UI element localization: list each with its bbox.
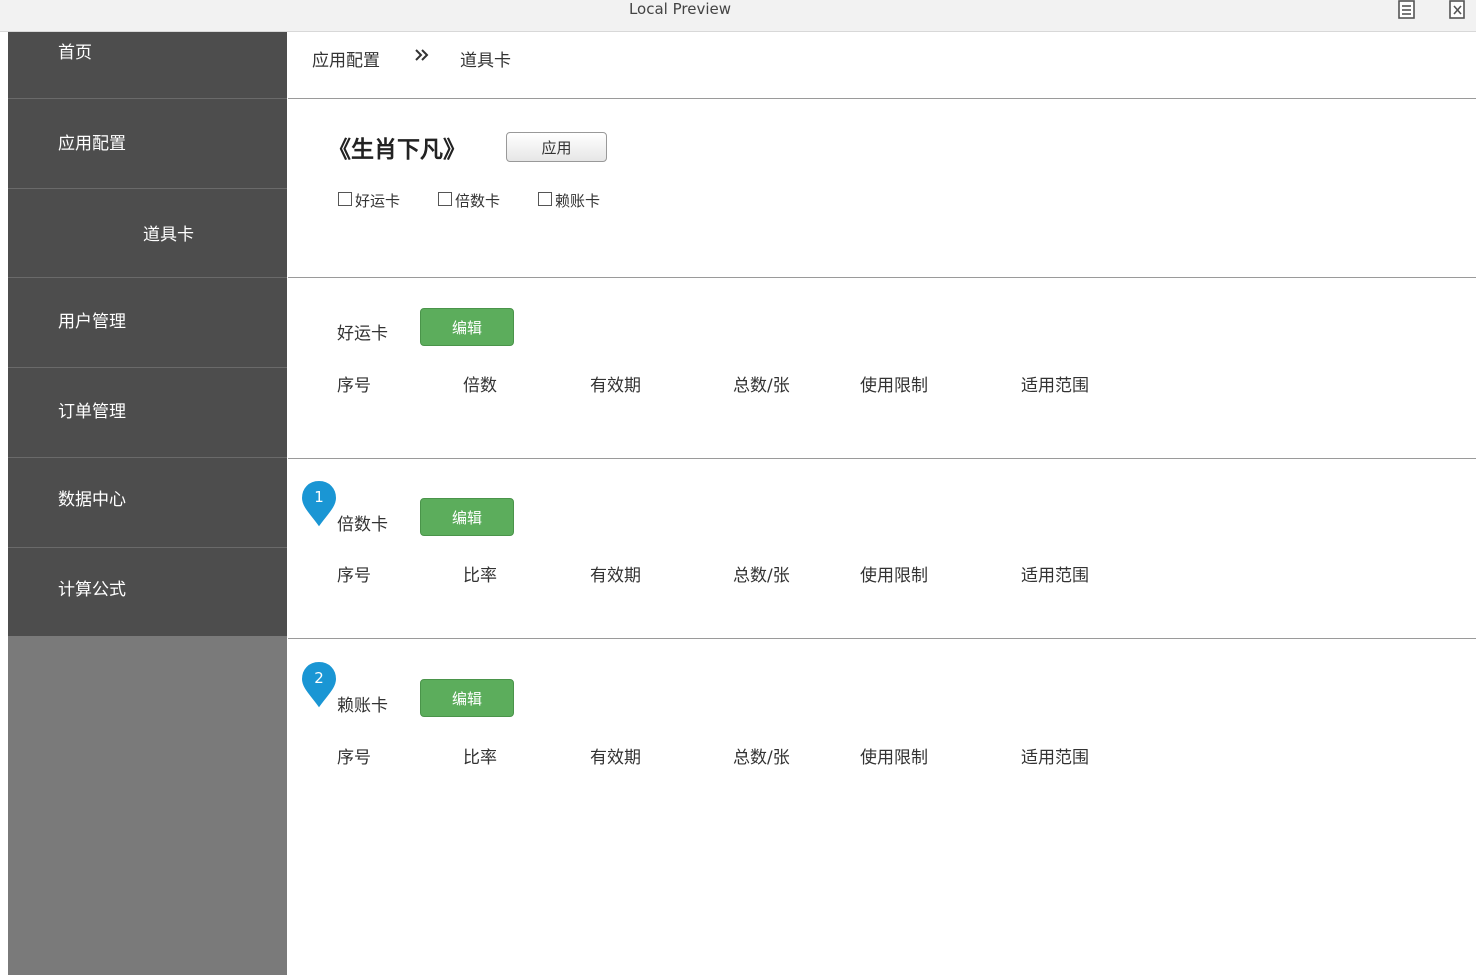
divider: [288, 98, 1476, 99]
divider: [288, 638, 1476, 639]
checkbox-label: 好运卡: [355, 192, 401, 210]
sidebar-item-user-management[interactable]: 用户管理: [8, 278, 287, 368]
section-title: 倍数卡: [337, 515, 388, 535]
checkbox-box[interactable]: [538, 192, 552, 206]
column-header: 使用限制: [860, 748, 928, 768]
edit-button[interactable]: 编辑: [420, 498, 514, 536]
column-header: 序号: [337, 376, 371, 396]
sidebar-item-data-center[interactable]: 数据中心: [8, 458, 287, 548]
section-title: 好运卡: [337, 324, 388, 344]
breadcrumb-prop-cards: 道具卡: [460, 51, 511, 71]
sidebar-item-home[interactable]: 首页: [8, 32, 287, 99]
checkbox-multiplier-card[interactable]: 倍数卡: [438, 190, 500, 211]
column-header: 倍数: [463, 376, 497, 396]
apply-button[interactable]: 应用: [506, 132, 607, 162]
sidebar-item-label: 订单管理: [58, 402, 126, 422]
annotation-marker-2: 2: [299, 659, 339, 711]
sidebar-item-label: 计算公式: [58, 580, 126, 600]
sidebar-item-label: 用户管理: [58, 312, 126, 332]
window-title: Local Preview: [628, 0, 732, 18]
divider: [288, 277, 1476, 278]
double-chevron-right-icon: [412, 46, 432, 71]
divider: [288, 458, 1476, 459]
column-header: 序号: [337, 566, 371, 586]
column-header: 总数/张: [733, 748, 790, 768]
sidebar-item-app-config[interactable]: 应用配置: [8, 99, 287, 189]
close-preview-icon[interactable]: [1448, 0, 1468, 20]
checkbox-label: 赖账卡: [555, 192, 601, 210]
sidebar-nav: 首页 应用配置 道具卡 用户管理 订单管理 数据中心 计算公式: [8, 32, 287, 975]
column-header: 使用限制: [860, 376, 928, 396]
column-header: 使用限制: [860, 566, 928, 586]
edit-button[interactable]: 编辑: [420, 308, 514, 346]
breadcrumb: 应用配置 道具卡: [312, 46, 511, 71]
section-title: 赖账卡: [337, 696, 388, 716]
marker-number: 2: [314, 669, 324, 687]
column-header: 适用范围: [1021, 748, 1089, 768]
checkbox-box[interactable]: [338, 192, 352, 206]
column-header: 比率: [463, 748, 497, 768]
column-header: 总数/张: [733, 566, 790, 586]
main-content: 应用配置 道具卡 《生肖下凡》 应用 好运卡 倍数卡 赖账卡 好运卡 编辑 序号…: [288, 32, 1476, 975]
annotation-marker-1: 1: [299, 478, 339, 530]
sidebar-item-label: 首页: [58, 43, 92, 63]
checkbox-box[interactable]: [438, 192, 452, 206]
column-header: 适用范围: [1021, 376, 1089, 396]
column-header: 有效期: [590, 376, 641, 396]
checkbox-label: 倍数卡: [455, 192, 501, 210]
edit-button[interactable]: 编辑: [420, 679, 514, 717]
column-header: 比率: [463, 566, 497, 586]
app-title: 《生肖下凡》: [328, 137, 466, 163]
column-header: 序号: [337, 748, 371, 768]
notes-icon[interactable]: [1397, 0, 1417, 20]
sidebar-item-order-management[interactable]: 订单管理: [8, 368, 287, 458]
checkbox-default-card[interactable]: 赖账卡: [538, 190, 600, 211]
sidebar-item-label: 应用配置: [58, 134, 126, 154]
window-titlebar: Local Preview: [0, 0, 1476, 32]
marker-number: 1: [314, 488, 324, 506]
sidebar-item-label: 数据中心: [58, 490, 126, 510]
breadcrumb-app-config[interactable]: 应用配置: [312, 51, 380, 71]
sidebar-item-formula[interactable]: 计算公式: [8, 548, 287, 636]
sidebar-item-prop-cards[interactable]: 道具卡: [8, 189, 287, 278]
column-header: 有效期: [590, 748, 641, 768]
sidebar-item-label: 道具卡: [143, 225, 194, 245]
column-header: 有效期: [590, 566, 641, 586]
checkbox-lucky-card[interactable]: 好运卡: [338, 190, 400, 211]
column-header: 适用范围: [1021, 566, 1089, 586]
column-header: 总数/张: [733, 376, 790, 396]
